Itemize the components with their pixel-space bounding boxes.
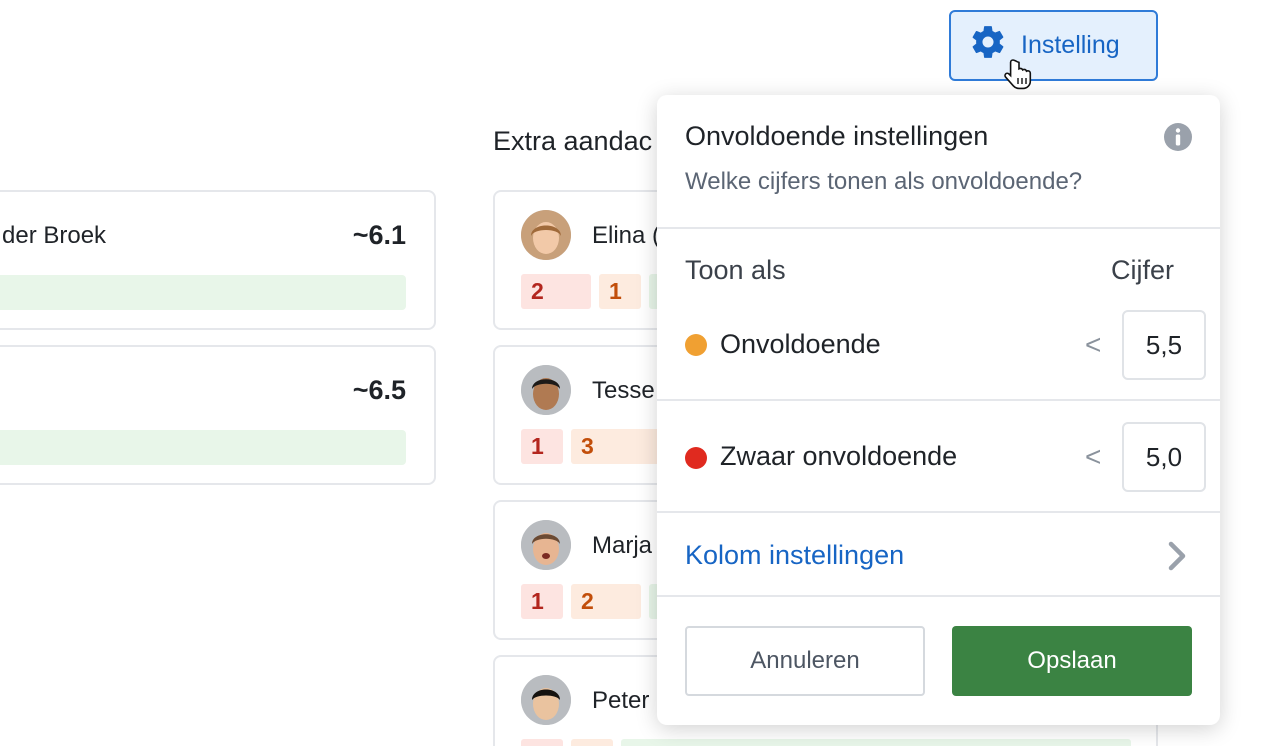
- less-than-sign: <: [1085, 441, 1102, 472]
- kolom-instellingen-link[interactable]: Kolom instellingen: [685, 540, 904, 571]
- avatar: [521, 210, 571, 260]
- popover-title: Onvoldoende instellingen: [685, 121, 989, 151]
- divider: [657, 399, 1220, 401]
- avatar: [521, 520, 571, 570]
- grade-chip: 2: [571, 584, 641, 619]
- onvoldoende-settings-popover: Onvoldoende instellingen Welke cijfers t…: [657, 95, 1220, 725]
- student-average: ~6.1: [352, 220, 406, 250]
- grade-chip: [571, 739, 613, 746]
- row-label-zwaar-onvoldoende: Zwaar onvoldoende: [720, 441, 958, 471]
- student-average: ~6.5: [352, 375, 406, 405]
- save-button[interactable]: Opslaan: [952, 626, 1192, 696]
- instelling-button[interactable]: Instelling: [949, 10, 1158, 81]
- grade-chip: 1: [521, 429, 563, 464]
- student-summary-card[interactable]: der Broek ~6.1: [0, 190, 436, 330]
- instelling-label: Instelling: [1021, 31, 1120, 59]
- student-name: Marja: [592, 532, 653, 559]
- less-than-sign: <: [1085, 329, 1102, 360]
- orange-dot-icon: [685, 334, 707, 356]
- divider: [657, 595, 1220, 597]
- gear-icon: [969, 23, 1007, 68]
- row-label-onvoldoende: Onvoldoende: [720, 329, 881, 359]
- info-icon[interactable]: [1163, 122, 1193, 152]
- student-name: Tesse: [592, 377, 655, 404]
- column-header-toon-als: Toon als: [685, 255, 786, 285]
- avatar: [521, 365, 571, 415]
- grade-chip: 1: [599, 274, 641, 309]
- hand-cursor-icon: [1004, 59, 1032, 90]
- student-summary-card[interactable]: ~6.5: [0, 345, 436, 485]
- grade-chip: 1: [521, 584, 563, 619]
- grade-bar: [0, 430, 406, 465]
- avatar: [521, 675, 571, 725]
- chevron-right-icon[interactable]: [1166, 541, 1188, 571]
- grade-chip: 2: [521, 274, 591, 309]
- cancel-button[interactable]: Annuleren: [685, 626, 925, 696]
- grade-chip: 3: [571, 429, 661, 464]
- student-name: Elina (: [592, 222, 661, 249]
- grade-chip-bar: [621, 739, 1131, 746]
- section-title: Extra aandac: [493, 126, 653, 156]
- grade-bar: [0, 275, 406, 310]
- student-name: der Broek: [2, 222, 107, 249]
- popover-subtitle: Welke cijfers tonen als onvoldoende?: [685, 168, 1083, 195]
- red-dot-icon: [685, 447, 707, 469]
- divider: [657, 511, 1220, 513]
- zwaar-onvoldoende-threshold-input[interactable]: 5,0: [1122, 422, 1206, 492]
- column-header-cijfer: Cijfer: [1111, 255, 1175, 285]
- student-name: Peter: [592, 687, 650, 714]
- divider: [657, 227, 1220, 229]
- grade-chip: [521, 739, 563, 746]
- onvoldoende-threshold-input[interactable]: 5,5: [1122, 310, 1206, 380]
